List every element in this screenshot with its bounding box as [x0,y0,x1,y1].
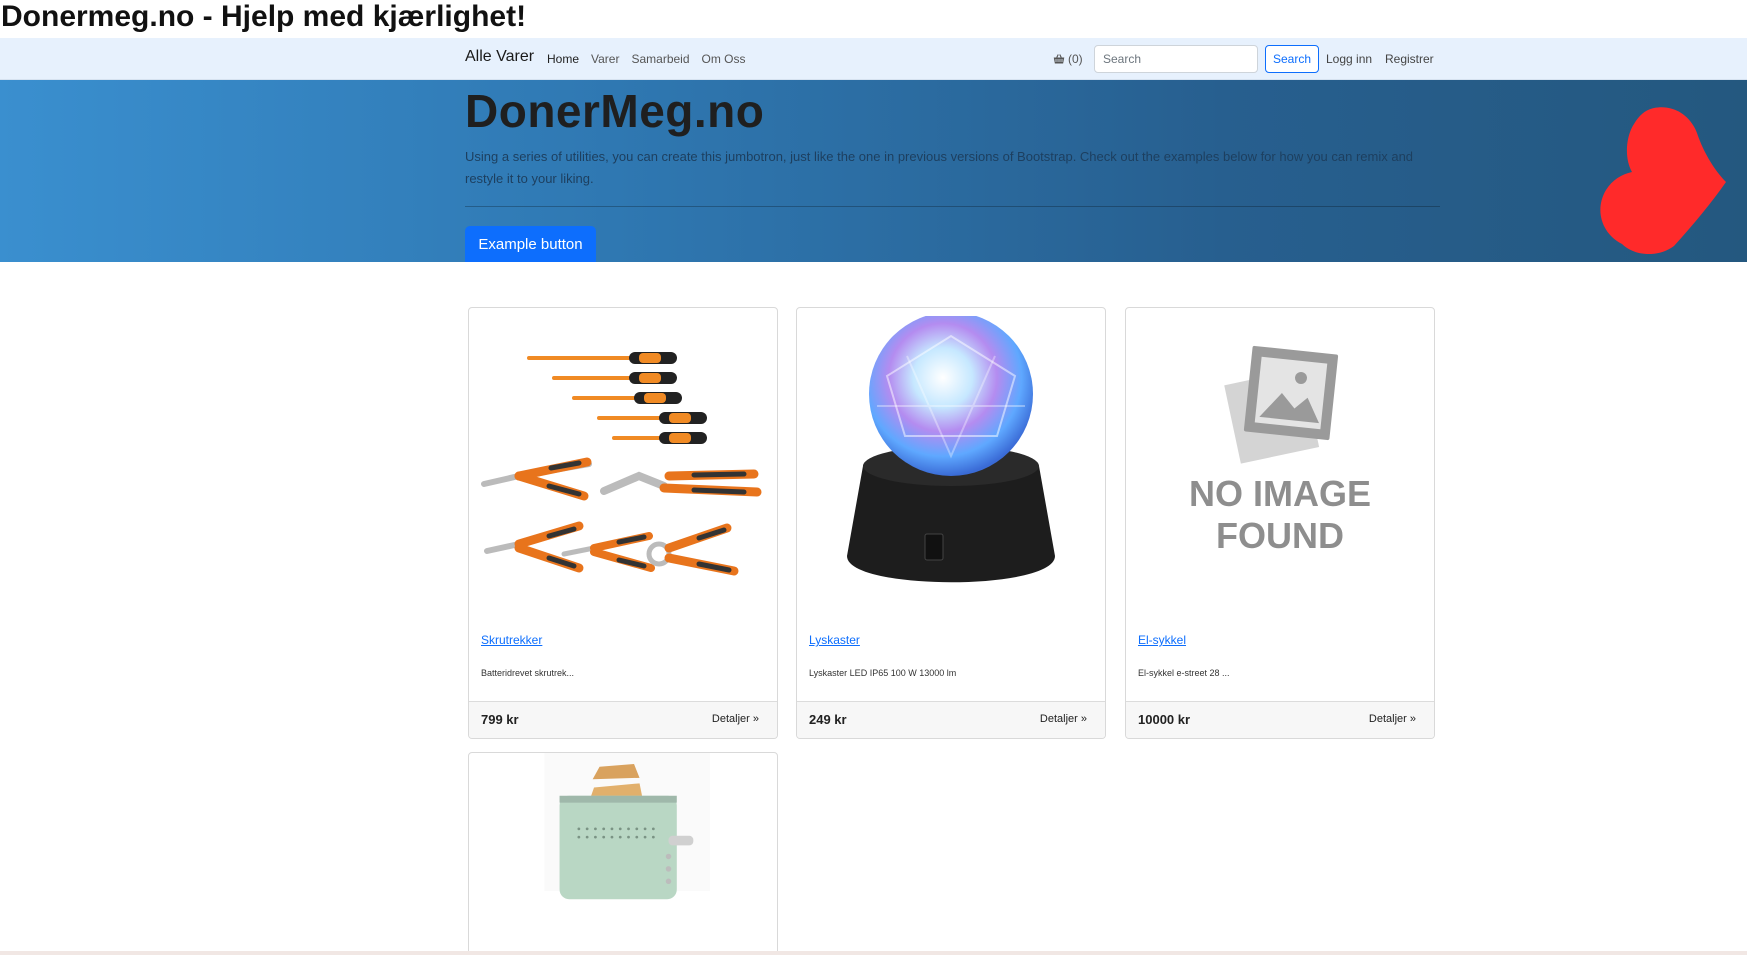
details-link[interactable]: Detaljer » [1369,713,1416,725]
no-image-placeholder: NO IMAGE FOUND [1189,345,1371,556]
disco-ball-image [847,316,1055,583]
card-footer: 249 kr Detaljer » [797,701,1105,738]
placeholder-text-line2: FOUND [1216,515,1344,556]
product-price: 249 kr [809,712,847,727]
product-card [468,752,778,955]
register-link[interactable]: Registrer [1385,52,1434,66]
cart-count: (0) [1068,52,1083,66]
nav-samarbeid[interactable]: Samarbeid [631,52,689,66]
site-title: Donermeg.no - Hjelp med kjærlighet! [1,0,527,33]
product-price: 10000 kr [1138,712,1191,727]
details-link[interactable]: Detaljer » [712,713,759,725]
jumbotron-text: Using a series of utilities, you can cre… [465,149,1414,186]
placeholder-text-line1: NO IMAGE [1189,473,1371,514]
product-description: Lyskaster LED IP65 100 W 13000 lm [809,668,957,678]
divider [465,206,1440,207]
details-link[interactable]: Detaljer » [1040,713,1087,725]
nav-varer[interactable]: Varer [591,52,619,66]
product-name-link[interactable]: El-sykkel [1138,633,1186,647]
search-button[interactable]: Search [1265,45,1319,73]
product-name-link[interactable]: Skrutrekker [481,633,542,647]
toaster-image [544,753,710,900]
nav-om-oss[interactable]: Om Oss [702,52,746,66]
search-input[interactable] [1094,45,1258,73]
card-footer: 799 kr Detaljer » [469,701,777,738]
heart-icon [1600,107,1726,254]
nav-home[interactable]: Home [547,52,579,66]
product-card: NO IMAGE FOUND El-sykkel El-sykkel e-str… [1125,307,1435,739]
tools-image [481,352,762,576]
nav-links: Home Varer Samarbeid Om Oss [547,52,746,66]
product-description: Batteridrevet skrutrek... [481,668,575,678]
product-description: El-sykkel e-street 28 ... [1138,668,1230,678]
login-link[interactable]: Logg inn [1326,52,1372,66]
product-price: 799 kr [481,712,519,727]
brand-link[interactable]: Alle Varer [465,48,534,66]
product-name-link[interactable]: Lyskaster [809,633,860,647]
example-button[interactable]: Example button [465,226,596,262]
jumbotron-heading: DonerMeg.no [465,85,765,137]
page-bottom-edge [0,951,1747,955]
navbar: Alle Varer Home Varer Samarbeid Om Oss (… [0,38,1747,80]
jumbotron: DonerMeg.no Using a series of utilities,… [0,80,1747,262]
card-footer: 10000 kr Detaljer » [1126,701,1434,738]
product-card: Skrutrekker Batteridrevet skrutrek... 79… [468,307,778,739]
product-card: Lyskaster Lyskaster LED IP65 100 W 13000… [796,307,1106,739]
cart-link[interactable]: (0) [1053,52,1083,66]
basket-icon [1053,54,1065,64]
